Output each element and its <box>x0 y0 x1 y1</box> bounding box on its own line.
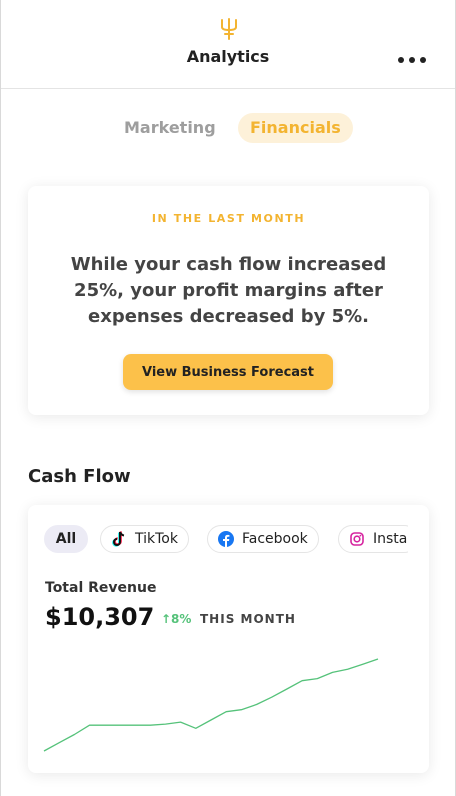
app-frame: Analytics Marketing Financials IN THE LA… <box>0 0 456 796</box>
insight-eyebrow: IN THE LAST MONTH <box>151 212 306 225</box>
filter-chip-instagram[interactable]: Insta <box>338 525 408 553</box>
filter-chip-tiktok[interactable]: TikTok <box>100 525 189 553</box>
instagram-icon <box>349 531 365 547</box>
app-header: Analytics <box>1 0 455 89</box>
revenue-change-period: THIS MONTH <box>200 612 296 626</box>
tab-financials[interactable]: Financials <box>238 113 353 143</box>
filter-chip-label: Facebook <box>242 531 308 547</box>
trident-icon <box>221 18 237 40</box>
filter-chip-label: All <box>55 531 77 547</box>
facebook-icon <box>218 531 234 547</box>
view-business-forecast-button[interactable]: View Business Forecast <box>123 354 333 390</box>
cash-flow-title: Cash Flow <box>28 466 131 487</box>
dot <box>409 57 415 63</box>
more-horizontal-icon[interactable] <box>398 57 426 65</box>
filter-chips: All TikTok Facebook Insta <box>44 525 408 555</box>
filter-chip-all[interactable]: All <box>44 525 88 553</box>
revenue-series-line <box>43 658 379 752</box>
revenue-line-chart <box>43 658 379 752</box>
insight-card: IN THE LAST MONTH While your cash flow i… <box>28 186 429 415</box>
dot <box>398 57 404 63</box>
dot <box>420 57 426 63</box>
tab-marketing[interactable]: Marketing <box>112 113 228 143</box>
page-title: Analytics <box>186 47 270 66</box>
tiktok-icon <box>111 531 127 547</box>
revenue-change: ↑8% <box>161 612 192 626</box>
filter-chip-label: TikTok <box>135 531 178 547</box>
total-revenue-label: Total Revenue <box>45 580 157 596</box>
filter-chip-facebook[interactable]: Facebook <box>207 525 319 553</box>
filter-chip-label: Insta <box>373 531 408 547</box>
total-revenue-value: $10,307 <box>45 603 155 631</box>
insight-message: While your cash flow increased 25%, your… <box>70 254 387 327</box>
cash-flow-card: All TikTok Facebook Insta Total Revenue … <box>28 505 429 773</box>
